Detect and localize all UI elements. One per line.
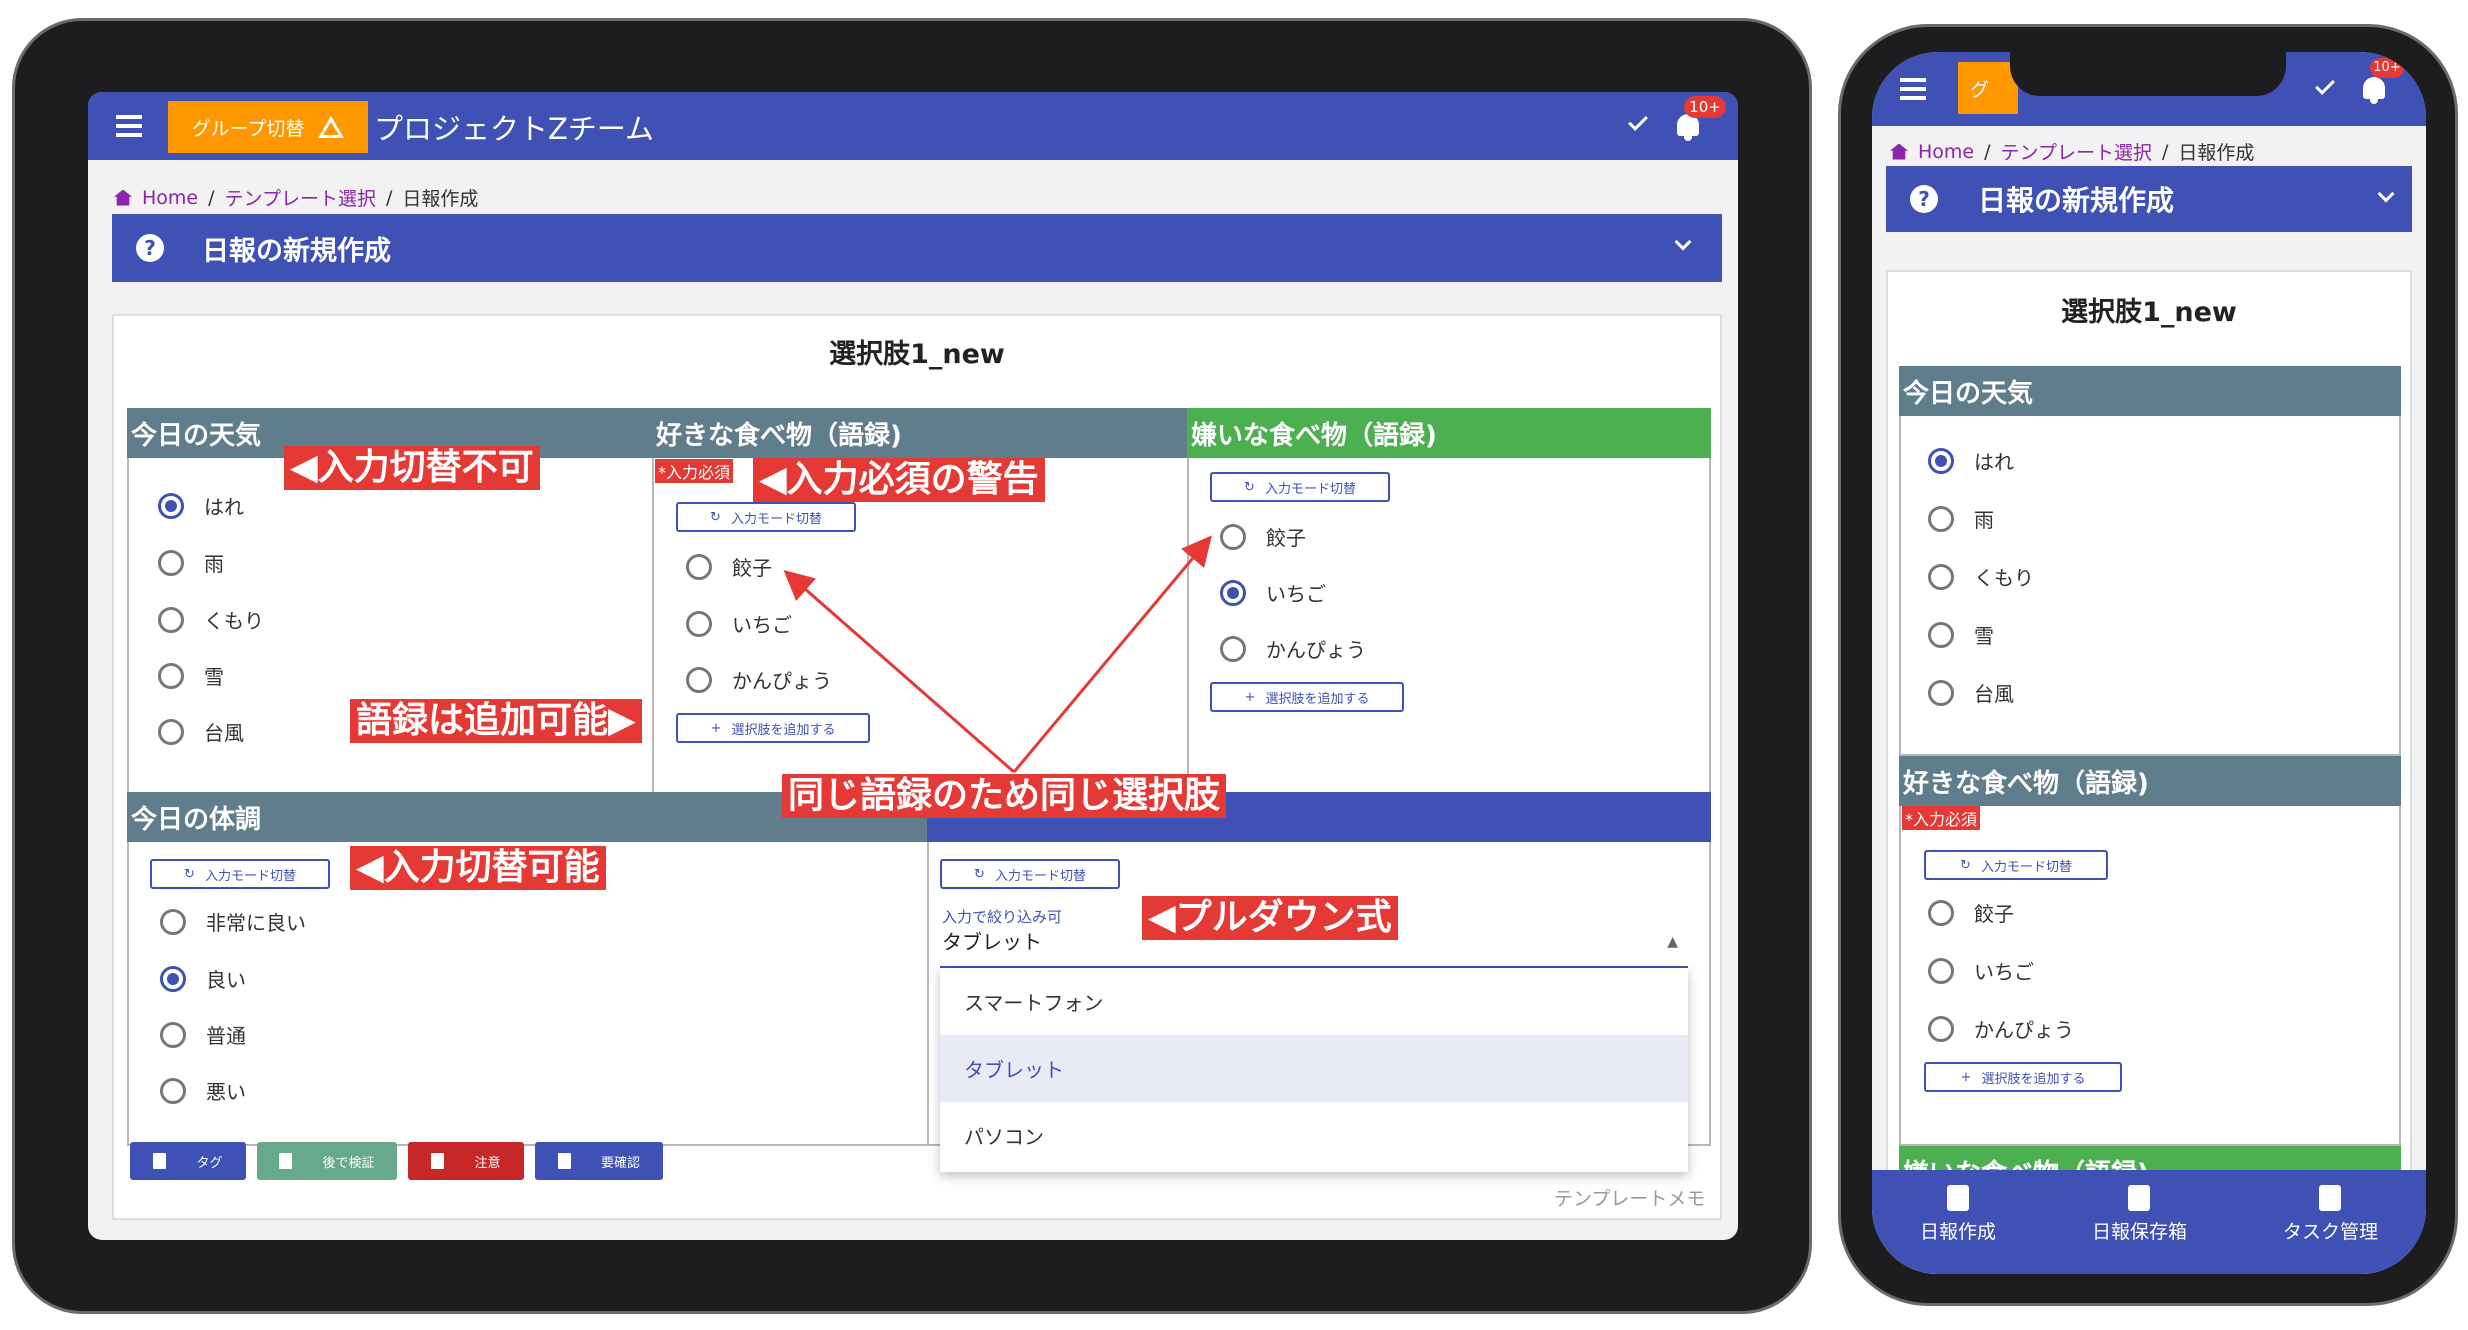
food-like-mode-button[interactable]: ↻ 入力モード切替 xyxy=(1924,850,2108,880)
nav-report-box[interactable]: 日報保存箱 xyxy=(2092,1184,2187,1244)
arrow-to-food-like xyxy=(783,570,1015,774)
annotation-arrows xyxy=(783,535,1212,774)
help-icon[interactable]: ? xyxy=(1910,185,1938,213)
weather-option-1[interactable]: 雨 xyxy=(1928,504,1994,533)
notification-bell-icon[interactable] xyxy=(2363,77,2385,104)
required-badge: *入力必須 xyxy=(1902,806,1981,830)
breadcrumb-home[interactable]: Home xyxy=(1918,141,1974,163)
nav-create-report[interactable]: 日報作成 xyxy=(1920,1184,1996,1244)
food-like-heading: 好きな食べ物（語録) xyxy=(1899,756,2401,806)
radio-icon xyxy=(1928,621,1954,648)
radio-icon xyxy=(1928,679,1954,706)
radio-icon xyxy=(1928,1015,1954,1042)
radio-icon xyxy=(1928,505,1954,532)
notification-badge: 10+ xyxy=(2370,58,2404,78)
weather-option-0[interactable]: はれ xyxy=(1928,446,2014,475)
tablet-screen: グループ切替 プロジェクトZチーム 10+ Home / テンプレート選択 / 日報… xyxy=(88,92,1738,1240)
plus-icon: + xyxy=(1960,1069,1972,1085)
task-icon xyxy=(2319,1184,2342,1211)
weather-option-3[interactable]: 雪 xyxy=(1928,620,1994,649)
refresh-icon: ↻ xyxy=(1960,857,1971,873)
weather-option-4[interactable]: 台風 xyxy=(1928,678,2014,707)
phone-group-switch-button[interactable]: グ xyxy=(1958,62,2018,114)
food-like-option-1[interactable]: いちご xyxy=(1928,956,2034,985)
weather-heading: 今日の天気 xyxy=(1899,366,2401,416)
radio-icon xyxy=(1928,957,1954,984)
archive-icon xyxy=(2128,1184,2151,1211)
nav-task-management[interactable]: タスク管理 xyxy=(2283,1184,2378,1244)
phone-notch xyxy=(2010,52,2286,96)
phone-form-card: 選択肢1_new 今日の天気 はれ 雨 くもり 雪 台風 好きな食べ物（語録) … xyxy=(1886,270,2412,1274)
radio-icon xyxy=(1928,899,1954,926)
chevron-down-icon[interactable] xyxy=(2377,185,2395,203)
page-title: 日報の新規作成 xyxy=(1978,184,2175,217)
breadcrumb-current: 日報作成 xyxy=(2178,142,2255,164)
radio-icon xyxy=(1928,563,1954,590)
radio-checked-icon xyxy=(1928,447,1954,474)
file-add-icon xyxy=(1946,1184,1969,1211)
food-like-add-button[interactable]: + 選択肢を追加する xyxy=(1924,1062,2122,1092)
food-like-option-2[interactable]: かんぴょう xyxy=(1928,1014,2074,1043)
arrow-to-food-dislike xyxy=(1012,535,1212,773)
phone-page-banner[interactable]: ? 日報の新規作成 xyxy=(1886,166,2412,232)
phone-breadcrumb: Home / テンプレート選択 / 日報作成 xyxy=(1890,138,2254,165)
bottom-navigation: 日報作成 日報保存箱 タスク管理 xyxy=(1872,1170,2426,1274)
breadcrumb-template[interactable]: テンプレート選択 xyxy=(2001,138,2152,165)
food-like-option-0[interactable]: 餃子 xyxy=(1928,898,2014,927)
weather-option-2[interactable]: くもり xyxy=(1928,562,2034,591)
menu-icon[interactable] xyxy=(1900,78,1926,82)
check-icon[interactable] xyxy=(2315,75,2335,95)
phone-screen: グ 10+ Home / テンプレート選択 / 日報作成 ? 日報の新規作成 選択肢… xyxy=(1872,52,2426,1274)
form-title: 選択肢1_new xyxy=(2061,297,2237,328)
home-icon xyxy=(1890,143,1908,160)
